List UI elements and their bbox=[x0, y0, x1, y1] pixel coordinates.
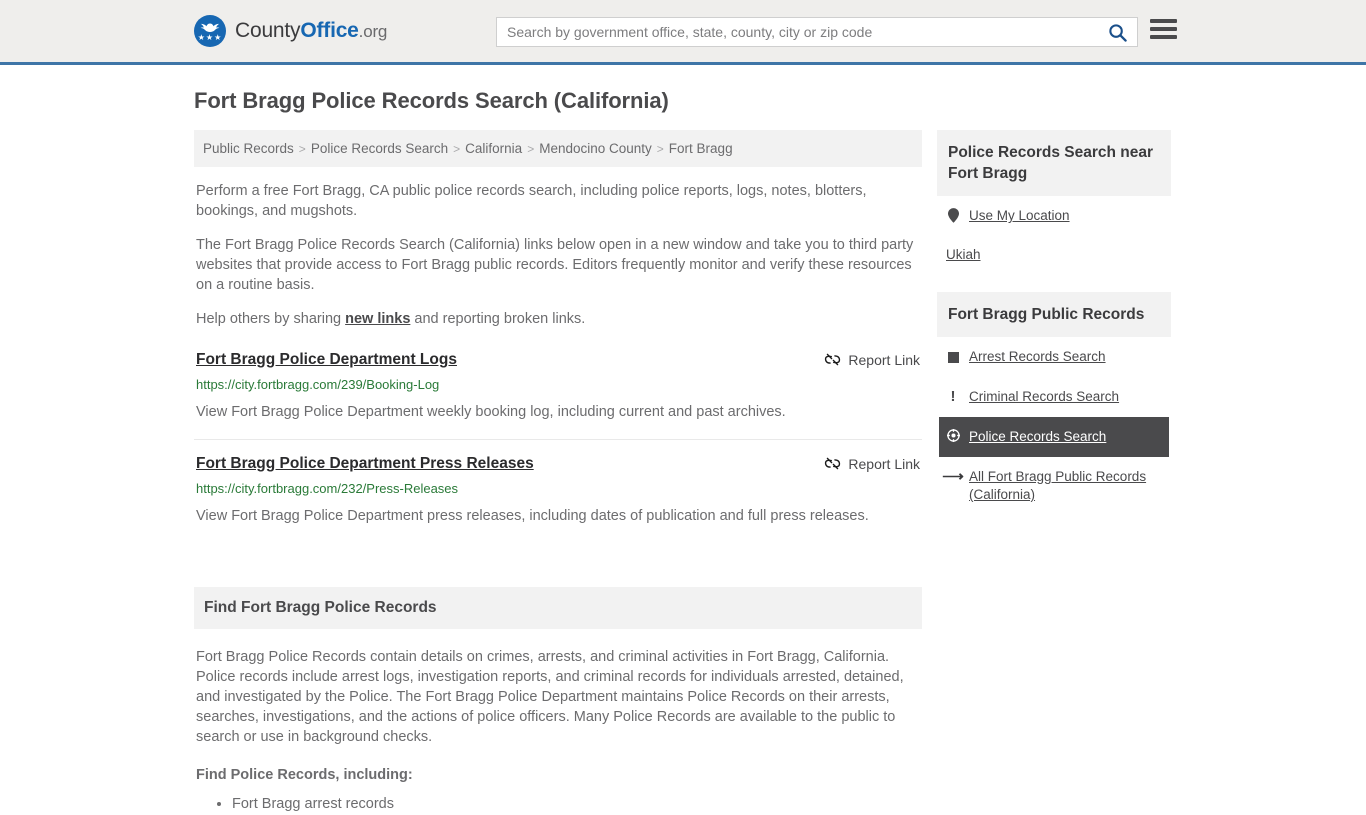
share-text-before: Help others by sharing bbox=[196, 311, 346, 327]
find-records-paragraph: Fort Bragg Police Records contain detail… bbox=[196, 649, 904, 745]
search-bar bbox=[496, 17, 1138, 47]
breadcrumb-separator: > bbox=[453, 142, 461, 156]
sidebar-item-criminal-records-search[interactable]: ! Criminal Records Search bbox=[939, 377, 1169, 417]
breadcrumb-item-fort-bragg[interactable]: Fort Bragg bbox=[669, 141, 733, 156]
exclamation-icon: ! bbox=[950, 388, 956, 405]
site-header: ★★★ CountyOffice.org bbox=[0, 0, 1366, 65]
breadcrumb-separator: > bbox=[527, 142, 535, 156]
list-item: Fort Bragg arrest records bbox=[232, 793, 920, 815]
broken-link-icon bbox=[825, 457, 841, 470]
brand-county: County bbox=[235, 19, 301, 42]
page-title: Fort Bragg Police Records Search (Califo… bbox=[194, 88, 669, 113]
square-icon bbox=[946, 348, 960, 363]
find-records-section: Find Fort Bragg Police Records Fort Brag… bbox=[194, 587, 922, 815]
sidebar-item-label: Criminal Records Search bbox=[969, 389, 1120, 404]
breadcrumb-item-california[interactable]: California bbox=[465, 141, 522, 156]
find-records-list: Fort Bragg arrest records bbox=[196, 793, 920, 815]
report-link-button[interactable]: Report Link bbox=[824, 454, 920, 472]
content-columns: Public Records > Police Records Search > Cal… bbox=[194, 130, 1366, 815]
sidebar-item-arrest-records-search[interactable]: Arrest Records Search bbox=[939, 337, 1169, 377]
result-item: Fort Bragg Police Department Logs Report… bbox=[194, 350, 922, 440]
find-records-subheading: Find Police Records, including: bbox=[196, 767, 413, 783]
breadcrumb: Public Records > Police Records Search > Cal… bbox=[194, 130, 922, 167]
search-icon bbox=[1108, 23, 1127, 42]
result-header: Fort Bragg Police Department Logs Report… bbox=[196, 350, 920, 370]
result-url: https://city.fortbragg.com/239/Booking-L… bbox=[196, 377, 440, 392]
search-input[interactable] bbox=[497, 19, 1097, 45]
sidebar-near-heading: Police Records Search near Fort Bragg bbox=[937, 130, 1171, 196]
sidebar-item-label: Police Records Search bbox=[969, 429, 1107, 444]
breadcrumb-separator: > bbox=[298, 142, 306, 156]
sidebar-item-use-my-location[interactable]: Use My Location bbox=[939, 196, 1169, 236]
breadcrumb-separator: > bbox=[656, 142, 664, 156]
report-link-label: Report Link bbox=[848, 351, 920, 368]
main-column: Public Records > Police Records Search > Cal… bbox=[194, 130, 922, 815]
map-pin-icon bbox=[946, 207, 960, 223]
find-records-body: Fort Bragg Police Records contain detail… bbox=[194, 647, 922, 815]
sidebar-item-label: Arrest Records Search bbox=[969, 349, 1106, 364]
sidebar: Police Records Search near Fort Bragg Us… bbox=[937, 130, 1171, 815]
result-description: View Fort Bragg Police Department weekly… bbox=[196, 404, 786, 420]
brand-office: Office bbox=[300, 19, 359, 42]
share-text-after: and reporting broken links. bbox=[410, 311, 586, 327]
intro-text: Perform a free Fort Bragg, CA public pol… bbox=[194, 181, 922, 329]
breadcrumb-item-mendocino-county[interactable]: Mendocino County bbox=[539, 141, 652, 156]
stars-glyph: ★★★ bbox=[197, 33, 223, 42]
sidebar-item-label: All Fort Bragg Public Records (Californi… bbox=[969, 469, 1147, 502]
sidebar-near-links: Use My Location Ukiah bbox=[937, 196, 1171, 262]
nearby-city-link[interactable]: Ukiah bbox=[946, 247, 981, 262]
result-description: View Fort Bragg Police Department press … bbox=[196, 508, 869, 524]
hamburger-bar bbox=[1150, 27, 1177, 31]
eagle-seal-logo-icon: ★★★ bbox=[194, 15, 226, 47]
intro-paragraph-3: Help others by sharing new links and rep… bbox=[196, 309, 920, 329]
breadcrumb-item-public-records[interactable]: Public Records bbox=[203, 141, 294, 156]
brand-org: .org bbox=[358, 22, 388, 41]
search-button[interactable] bbox=[1097, 18, 1137, 46]
report-link-label: Report Link bbox=[848, 455, 920, 472]
results-list: Fort Bragg Police Department Logs Report… bbox=[194, 350, 922, 543]
hamburger-bar bbox=[1150, 19, 1177, 23]
result-title-link[interactable]: Fort Bragg Police Department Logs bbox=[196, 350, 457, 370]
breadcrumb-item-police-records-search[interactable]: Police Records Search bbox=[311, 141, 448, 156]
arrow-right-icon: ⟶ bbox=[942, 468, 964, 485]
brand-wordmark: CountyOffice.org bbox=[235, 19, 387, 43]
eagle-glyph bbox=[200, 23, 220, 32]
find-records-heading: Find Fort Bragg Police Records bbox=[194, 587, 922, 629]
broken-link-icon bbox=[825, 353, 841, 366]
hamburger-bar bbox=[1150, 35, 1177, 39]
result-item: Fort Bragg Police Department Press Relea… bbox=[194, 454, 922, 543]
sidebar-item-all-public-records[interactable]: ⟶ All Fort Bragg Public Records (Califor… bbox=[939, 457, 1169, 515]
sidebar-public-records-heading: Fort Bragg Public Records bbox=[937, 292, 1171, 337]
result-title-link[interactable]: Fort Bragg Police Department Press Relea… bbox=[196, 454, 534, 474]
sidebar-nearby-city[interactable]: Ukiah bbox=[939, 236, 1169, 262]
intro-paragraph-2: The Fort Bragg Police Records Search (Ca… bbox=[196, 237, 914, 293]
police-badge-icon bbox=[946, 428, 960, 442]
site-logo[interactable]: ★★★ CountyOffice.org bbox=[194, 15, 387, 47]
sidebar-item-police-records-search[interactable]: Police Records Search bbox=[939, 417, 1169, 457]
result-header: Fort Bragg Police Department Press Relea… bbox=[196, 454, 920, 474]
report-link-button[interactable]: Report Link bbox=[824, 350, 920, 368]
use-my-location-label: Use My Location bbox=[969, 208, 1070, 223]
hamburger-menu-icon[interactable] bbox=[1150, 19, 1177, 39]
sidebar-public-records-block: Fort Bragg Public Records Arrest Records… bbox=[937, 292, 1171, 515]
new-links-link[interactable]: new links bbox=[345, 311, 410, 327]
sidebar-public-records-links: Arrest Records Search ! Criminal Records… bbox=[937, 337, 1171, 515]
result-url: https://city.fortbragg.com/232/Press-Rel… bbox=[196, 481, 459, 496]
intro-paragraph-1: Perform a free Fort Bragg, CA public pol… bbox=[196, 183, 867, 219]
page-body: Fort Bragg Police Records Search (Califo… bbox=[0, 88, 1366, 815]
